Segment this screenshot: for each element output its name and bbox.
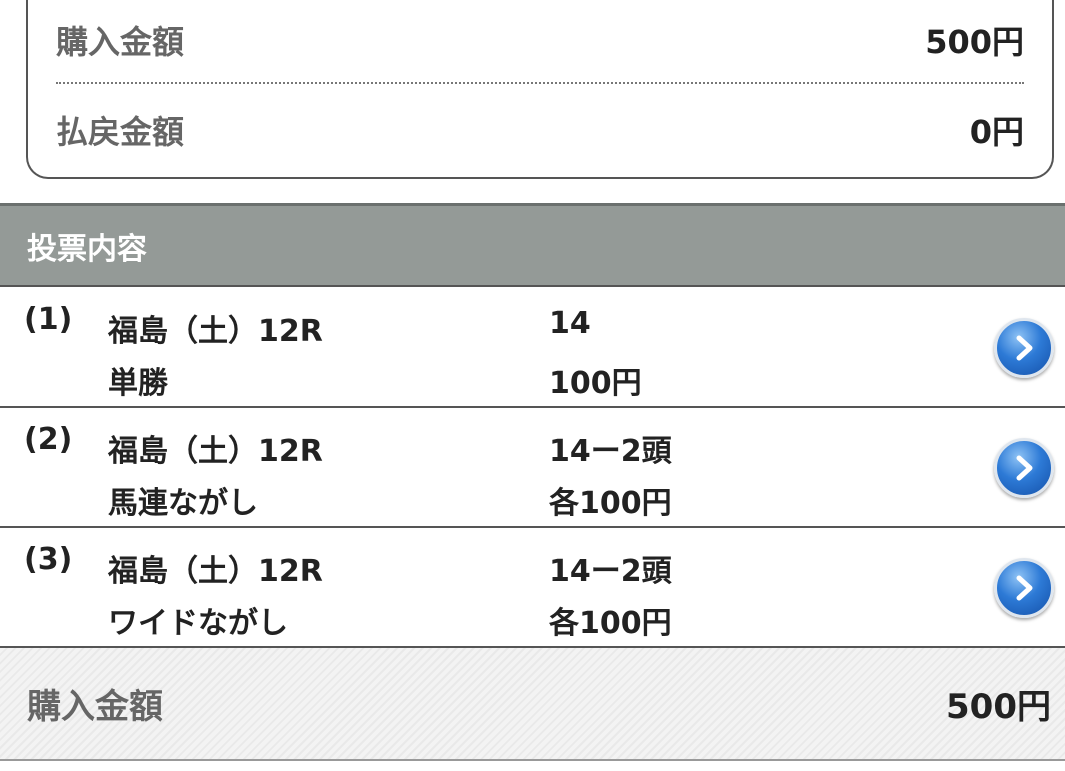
section-title: 投票内容 — [27, 231, 147, 267]
total-amount-value: 500円 — [946, 687, 1051, 727]
total-amount-bar: 購入金額 500円 — [0, 648, 1065, 761]
bet-row[interactable]: (2) 福島（土）12R 馬連ながし 14ー2頭 各100円 — [0, 408, 1065, 528]
bet-horse: 14 — [549, 306, 591, 341]
purchase-amount-label: 購入金額 — [56, 23, 185, 61]
bet-index: (2) — [24, 422, 73, 457]
section-header: 投票内容 — [0, 203, 1065, 287]
bet-index: (1) — [24, 302, 73, 337]
bet-race: 福島（土）12R — [108, 554, 323, 589]
bet-row[interactable]: (1) 福島（土）12R 単勝 14 100円 — [0, 288, 1065, 408]
total-amount-label: 購入金額 — [27, 687, 163, 727]
purchase-amount-value: 500円 — [925, 23, 1024, 61]
refund-amount-value: 0円 — [969, 113, 1024, 151]
purchase-amount-row: 購入金額 500円 — [56, 18, 1024, 62]
refund-amount-label: 払戻金額 — [56, 113, 185, 151]
bet-type: 馬連ながし — [108, 486, 258, 521]
bet-race: 福島（土）12R — [108, 434, 323, 469]
bet-type: ワイドながし — [108, 606, 288, 641]
chevron-right-icon[interactable] — [994, 438, 1054, 498]
bet-row[interactable]: (3) 福島（土）12R ワイドながし 14ー2頭 各100円 — [0, 528, 1065, 648]
bet-type: 単勝 — [108, 366, 168, 401]
bet-amount: 各100円 — [549, 486, 672, 521]
bet-amount: 100円 — [549, 366, 642, 401]
chevron-right-icon[interactable] — [994, 318, 1054, 378]
bet-amount: 各100円 — [549, 606, 672, 641]
bet-confirmation-page: 購入金額 500円 払戻金額 0円 投票内容 (1) 福島（土）12R 単勝 1… — [0, 0, 1065, 771]
bet-race: 福島（土）12R — [108, 314, 323, 349]
bet-horse: 14ー2頭 — [549, 554, 672, 589]
refund-amount-row: 払戻金額 0円 — [56, 108, 1024, 152]
bet-horse: 14ー2頭 — [549, 434, 672, 469]
bet-index: (3) — [24, 542, 73, 577]
dotted-divider — [56, 82, 1024, 84]
chevron-right-icon[interactable] — [994, 558, 1054, 618]
amount-summary-box: 購入金額 500円 払戻金額 0円 — [26, 0, 1054, 179]
